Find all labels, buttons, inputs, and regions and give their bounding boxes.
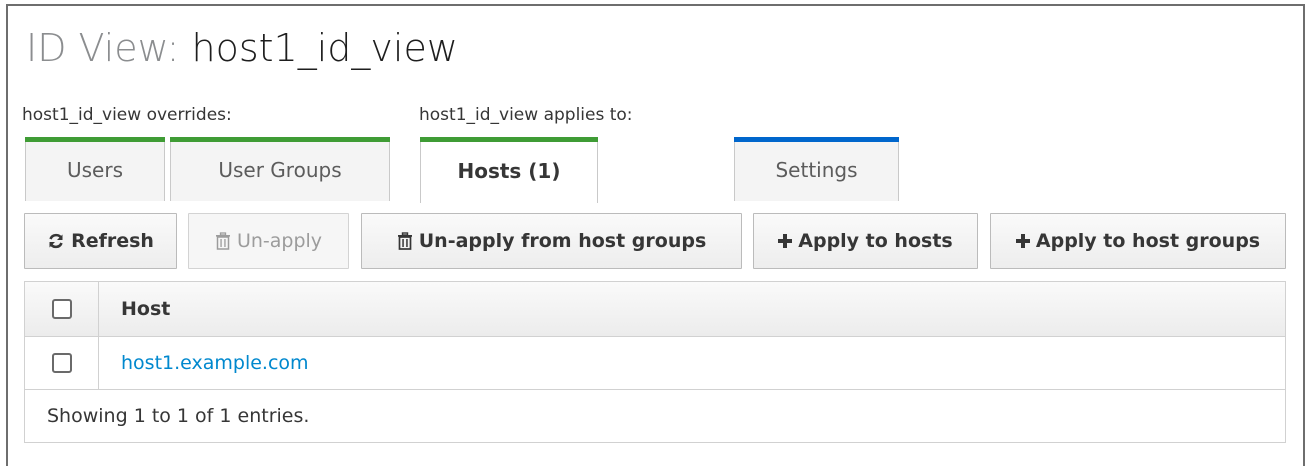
overrides-group-label: host1_id_view overrides: xyxy=(22,105,232,125)
plus-icon xyxy=(778,234,793,248)
tab-user-groups-label: User Groups xyxy=(218,157,342,182)
unapply-button[interactable]: Un-apply xyxy=(188,213,349,269)
apply-to-hosts-label: Apply to hosts xyxy=(798,230,953,252)
trash-icon xyxy=(215,232,231,250)
tab-hosts-label: Hosts (1) xyxy=(457,158,561,183)
host-cell: host1.example.com xyxy=(99,337,1285,389)
row-checkbox[interactable] xyxy=(51,353,72,373)
page-title-name: host1_id_view xyxy=(191,26,458,70)
refresh-button-label: Refresh xyxy=(71,230,154,252)
header-checkbox-cell xyxy=(25,282,99,336)
unapply-from-host-groups-button[interactable]: Un-apply from host groups xyxy=(361,213,742,269)
applies-group-label: host1_id_view applies to: xyxy=(419,105,633,125)
table-header: Host xyxy=(25,282,1285,337)
plus-icon xyxy=(1015,234,1030,248)
unapply-button-label: Un-apply xyxy=(236,230,323,252)
unapply-from-host-groups-label: Un-apply from host groups xyxy=(418,230,707,252)
refresh-button[interactable]: Refresh xyxy=(24,213,177,269)
tab-user-groups[interactable]: User Groups xyxy=(170,137,390,201)
table-footer: Showing 1 to 1 of 1 entries. xyxy=(47,405,310,427)
tab-users[interactable]: Users xyxy=(25,137,165,201)
apply-to-host-groups-button[interactable]: Apply to host groups xyxy=(990,213,1286,269)
tab-settings-label: Settings xyxy=(775,157,858,182)
page-title: ID View: host1_id_view xyxy=(26,24,458,72)
apply-to-hosts-button[interactable]: Apply to hosts xyxy=(753,213,978,269)
row-checkbox-cell xyxy=(25,337,99,389)
refresh-icon xyxy=(47,232,65,250)
page-title-prefix: ID View: xyxy=(26,26,180,70)
tab-users-label: Users xyxy=(66,157,123,182)
table-row: host1.example.com xyxy=(25,337,1285,390)
select-all-checkbox[interactable] xyxy=(51,299,72,319)
trash-icon xyxy=(397,232,413,250)
tab-hosts[interactable]: Hosts (1) xyxy=(420,137,598,203)
hosts-table: Host host1.example.com Showing 1 to 1 of… xyxy=(24,281,1286,443)
tab-settings[interactable]: Settings xyxy=(734,137,899,201)
host-link[interactable]: host1.example.com xyxy=(121,352,309,374)
column-header-host[interactable]: Host xyxy=(99,282,1285,336)
apply-to-host-groups-label: Apply to host groups xyxy=(1035,230,1261,252)
